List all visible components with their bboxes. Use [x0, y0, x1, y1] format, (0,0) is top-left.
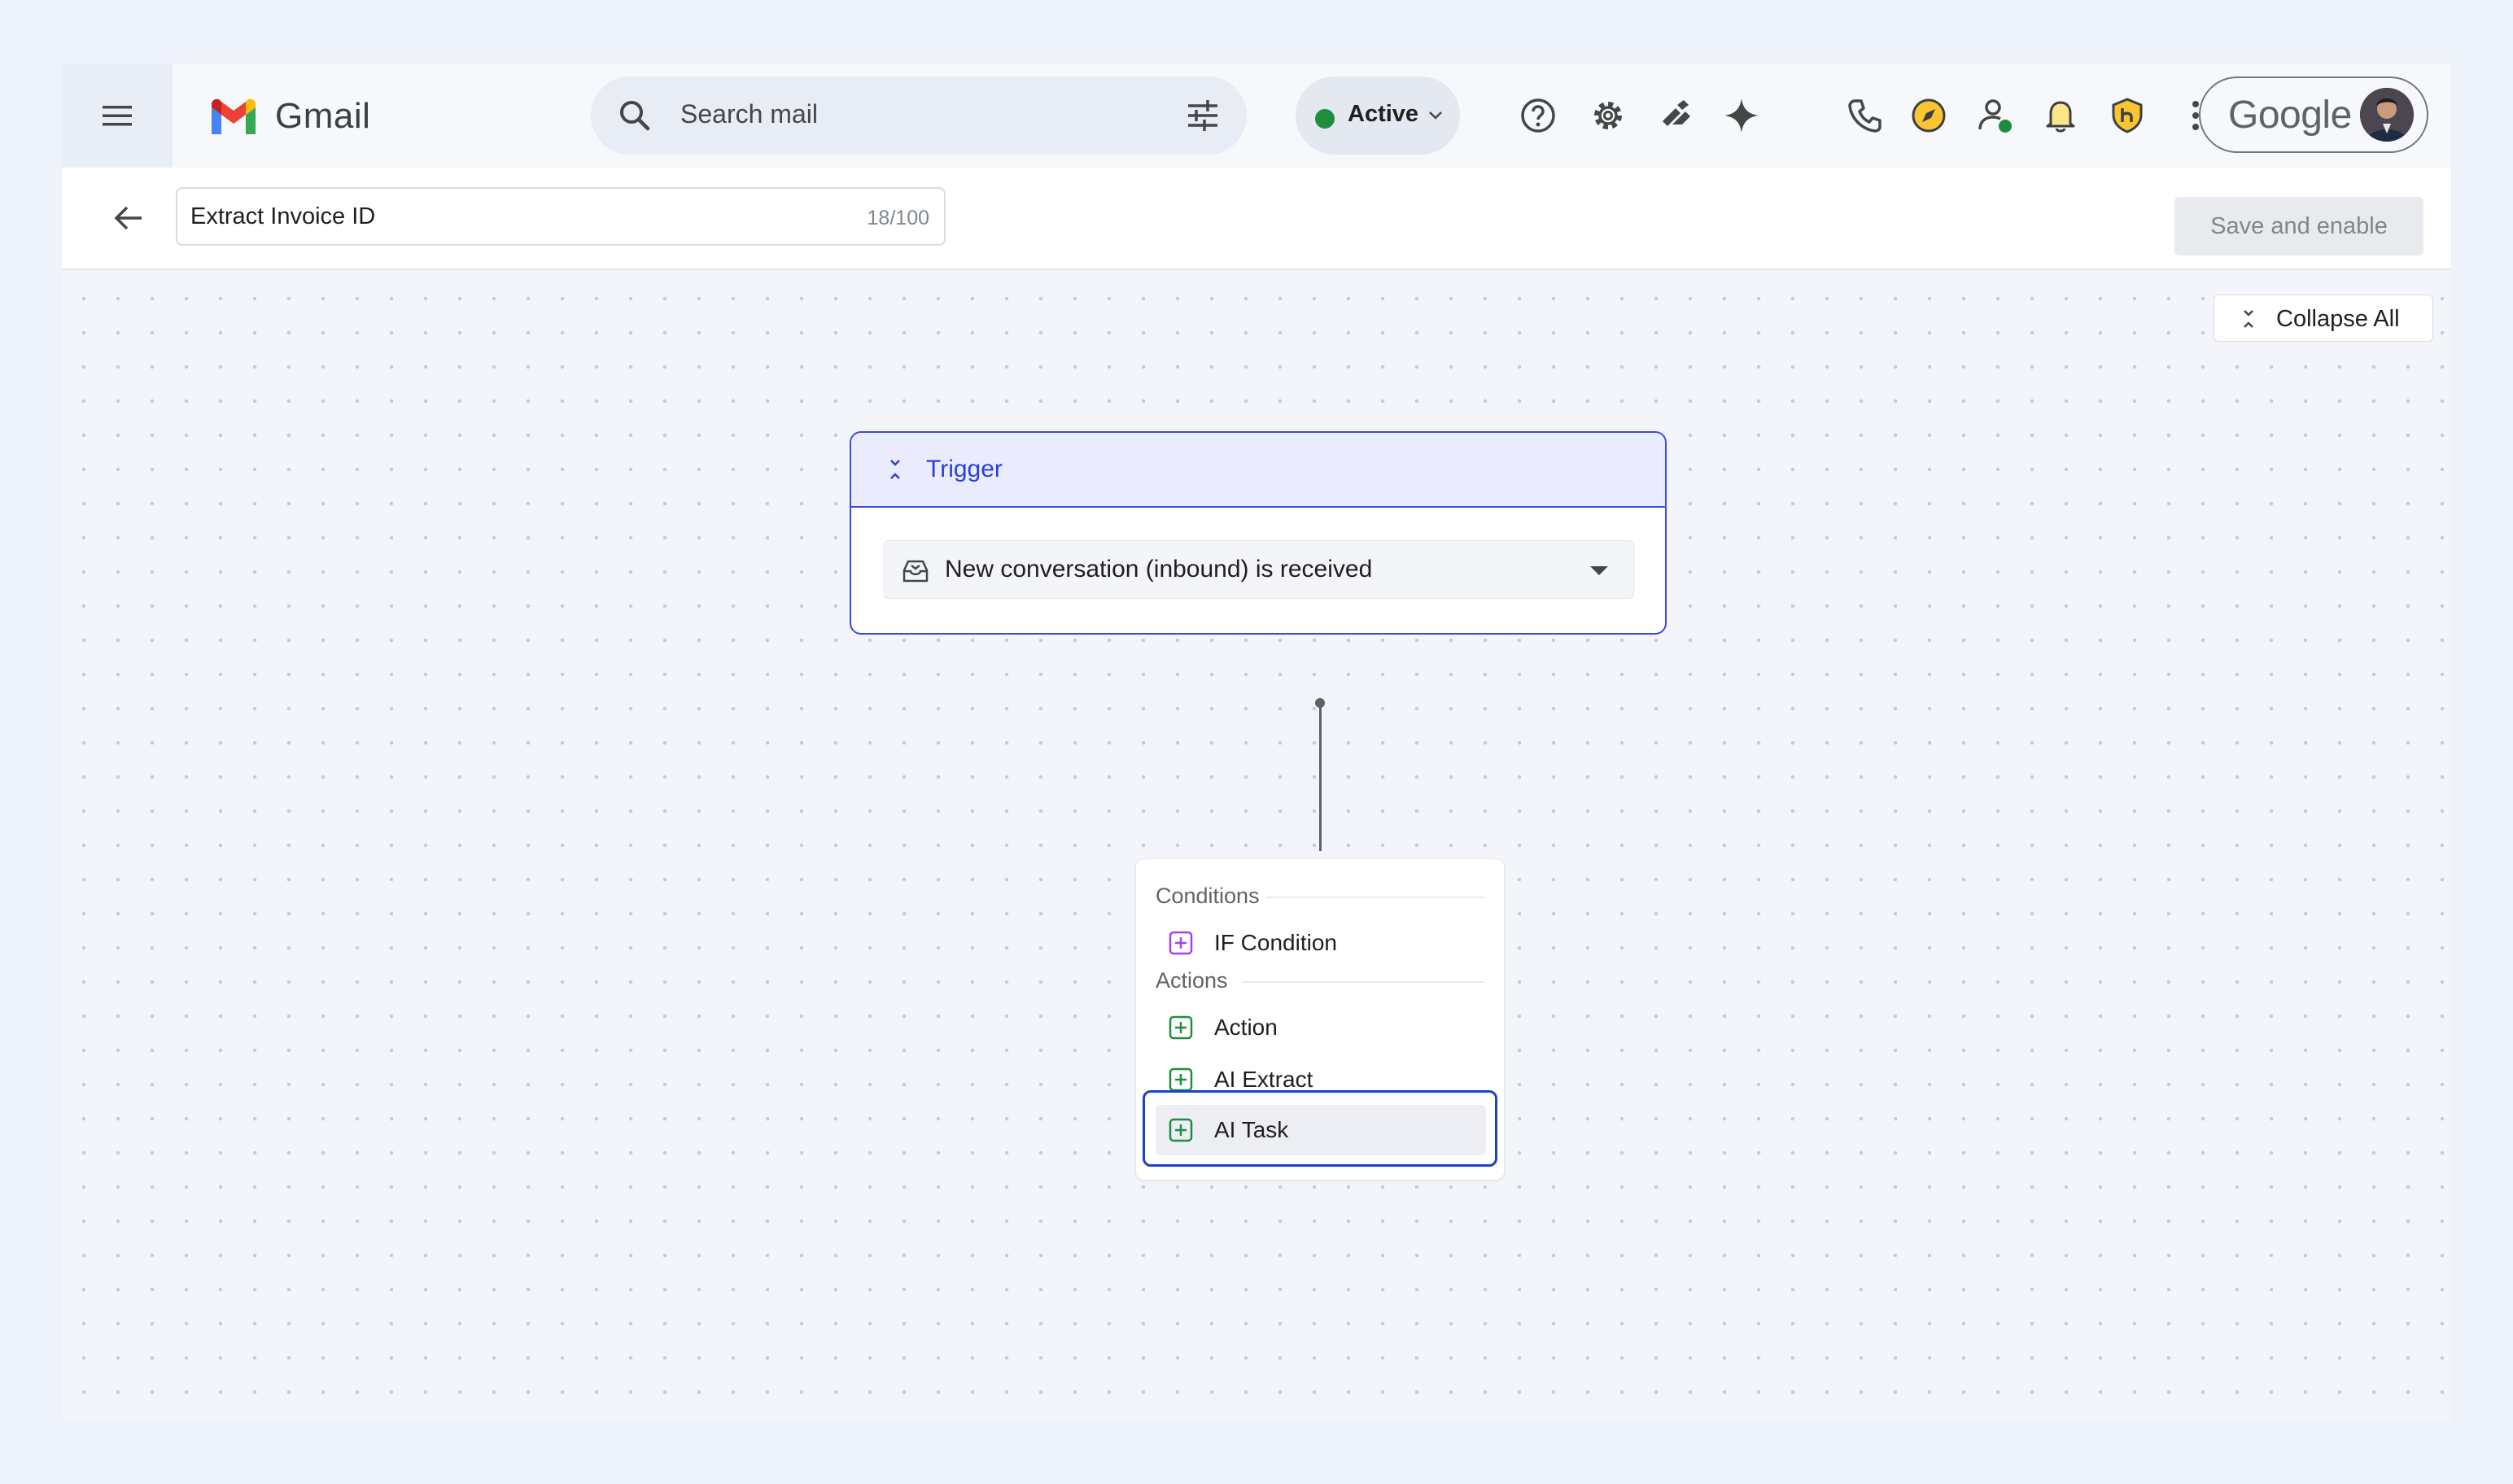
- status-label: Active: [1348, 101, 1419, 127]
- top-header: Gmail Search mail Active Google: [62, 63, 2451, 168]
- status-dropdown[interactable]: Active: [1296, 76, 1460, 155]
- compass-icon: [1912, 98, 1946, 133]
- trigger-event-select[interactable]: New conversation (inbound) is received: [884, 540, 1634, 599]
- app-title: Gmail: [275, 96, 371, 136]
- menu-item-if-condition[interactable]: IF Condition: [1156, 918, 1486, 968]
- collapse-all-label: Collapse All: [2276, 306, 2400, 332]
- collapse-all-button[interactable]: Collapse All: [2214, 295, 2433, 342]
- bell-icon: [2046, 101, 2075, 133]
- extension-button[interactable]: [2106, 94, 2148, 137]
- phone-button[interactable]: [1844, 94, 1886, 137]
- conditions-section-label: Conditions: [1156, 884, 1260, 908]
- gmail-logo[interactable]: Gmail: [208, 96, 370, 137]
- menu-item-label: AI Extract: [1214, 1067, 1313, 1092]
- menu-item-label: Action: [1214, 1015, 1278, 1040]
- trigger-title: Trigger: [926, 456, 1003, 482]
- help-icon: [1521, 98, 1555, 133]
- gmail-m-icon: [212, 98, 256, 134]
- search-icon[interactable]: [615, 96, 654, 135]
- notifications-button[interactable]: [2039, 94, 2082, 137]
- add-box-icon: [1169, 1015, 1193, 1040]
- gemini-button[interactable]: [1720, 94, 1763, 137]
- settings-icon: [1594, 102, 1622, 129]
- add-box-icon: [1169, 1118, 1193, 1142]
- search-input[interactable]: Search mail: [680, 99, 818, 129]
- status-indicator: [1315, 109, 1335, 129]
- workflow-toolbar: Extract Invoice ID 18/100 Save and enabl…: [62, 168, 2451, 270]
- search-options-icon[interactable]: [1183, 96, 1222, 135]
- node-connector-line: [1319, 701, 1322, 851]
- gemini-sparkle-icon: [1724, 98, 1759, 133]
- collapse-icon[interactable]: [885, 457, 905, 482]
- section-divider: [1266, 897, 1484, 898]
- google-wordmark: Google: [2228, 94, 2352, 137]
- workflow-name-value[interactable]: Extract Invoice ID: [190, 203, 375, 230]
- add-box-icon: [1169, 931, 1193, 955]
- settings-button[interactable]: [1587, 94, 1629, 137]
- apps-script-button[interactable]: [1655, 94, 1698, 137]
- menu-item-action[interactable]: Action: [1156, 1002, 1486, 1053]
- menu-item-label: IF Condition: [1214, 930, 1337, 955]
- back-button[interactable]: [107, 197, 150, 239]
- menu-item-ai-task[interactable]: AI Task: [1156, 1105, 1486, 1155]
- hamburger-menu-icon: [103, 106, 132, 126]
- chevron-down-icon: [1429, 111, 1442, 120]
- workflow-canvas[interactable]: Collapse All Trigger New conversation (i…: [62, 270, 2451, 1421]
- shield-extension-icon: [2112, 98, 2143, 133]
- actions-section-label: Actions: [1156, 968, 1228, 993]
- search-bar[interactable]: Search mail: [591, 76, 1247, 155]
- add-step-menu: Conditions IF Condition Actions Action A…: [1136, 859, 1504, 1180]
- arrow-back-icon: [114, 206, 142, 230]
- contacts-button[interactable]: [1974, 94, 2017, 137]
- save-and-enable-button[interactable]: Save and enable: [2174, 197, 2423, 255]
- main-menu-button[interactable]: [62, 63, 173, 168]
- google-account-button[interactable]: Google: [2199, 76, 2428, 153]
- collapse-icon: [2244, 310, 2253, 328]
- inbox-icon: [902, 560, 929, 583]
- app-window: Gmail Search mail Active Google Extract …: [62, 63, 2451, 1421]
- workflow-name-field[interactable]: Extract Invoice ID 18/100: [176, 187, 946, 246]
- phone-icon: [1848, 99, 1881, 133]
- trigger-header[interactable]: Trigger: [851, 433, 1665, 508]
- add-box-icon: [1169, 1067, 1193, 1092]
- menu-item-label: AI Task: [1214, 1117, 1289, 1142]
- avatar: [2360, 88, 2414, 142]
- section-divider: [1242, 981, 1484, 983]
- apps-script-icon: [1663, 100, 1690, 126]
- help-button[interactable]: [1517, 94, 1559, 137]
- trigger-event-value: New conversation (inbound) is received: [945, 556, 1373, 583]
- character-counter: 18/100: [867, 207, 929, 229]
- contact-status-icon: [1978, 99, 2012, 133]
- compass-button[interactable]: [1908, 94, 1950, 137]
- dropdown-arrow-icon: [1590, 566, 1608, 575]
- trigger-node[interactable]: Trigger New conversation (inbound) is re…: [850, 431, 1667, 635]
